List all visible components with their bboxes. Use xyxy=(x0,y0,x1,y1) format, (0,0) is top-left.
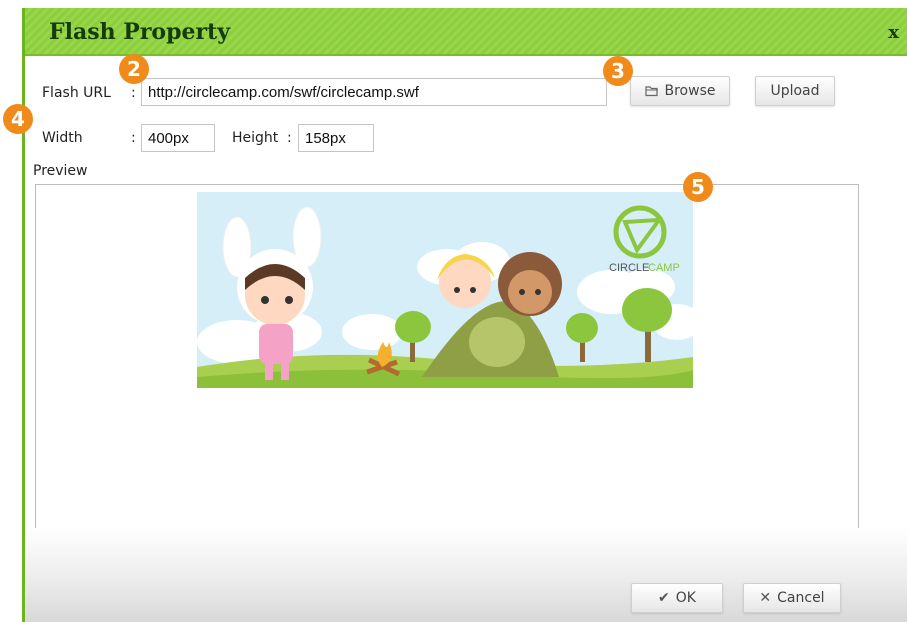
dialog-title: Flash Property xyxy=(49,19,230,45)
browse-label: Browse xyxy=(664,83,716,99)
height-colon: : xyxy=(287,130,292,146)
flash-movie-preview[interactable]: CIRCLE CAMP xyxy=(197,192,693,388)
logo-text-camp: CAMP xyxy=(648,262,680,274)
height-label: Height xyxy=(232,130,279,146)
browse-button[interactable]: Browse xyxy=(630,76,730,106)
close-x-icon: ✕ xyxy=(759,590,772,606)
close-button[interactable]: x xyxy=(888,22,899,43)
cancel-button[interactable]: ✕ Cancel xyxy=(743,583,841,613)
ok-button[interactable]: ✔ OK xyxy=(631,583,723,613)
callout-2: 2 xyxy=(119,54,149,84)
flash-url-input[interactable] xyxy=(141,78,607,106)
logo-text-circle: CIRCLE xyxy=(609,262,649,274)
upload-button[interactable]: Upload xyxy=(755,76,835,106)
callout-5: 5 xyxy=(683,172,713,202)
flash-url-colon: : xyxy=(131,85,136,101)
width-label: Width xyxy=(42,130,83,146)
folder-icon xyxy=(644,86,658,97)
dialog-titlebar[interactable]: Flash Property x xyxy=(25,8,907,56)
width-colon: : xyxy=(131,130,136,146)
flash-url-label: Flash URL xyxy=(42,85,111,101)
callout-4: 4 xyxy=(3,104,33,134)
cancel-label: Cancel xyxy=(777,590,825,606)
dialog-footer: ✔ OK ✕ Cancel xyxy=(25,528,907,622)
preview-label: Preview xyxy=(33,163,88,179)
height-input[interactable] xyxy=(298,124,374,152)
ok-label: OK xyxy=(675,590,696,606)
checkmark-icon: ✔ xyxy=(658,590,670,606)
upload-label: Upload xyxy=(770,83,820,99)
callout-3: 3 xyxy=(603,56,633,86)
width-input[interactable] xyxy=(141,124,215,152)
